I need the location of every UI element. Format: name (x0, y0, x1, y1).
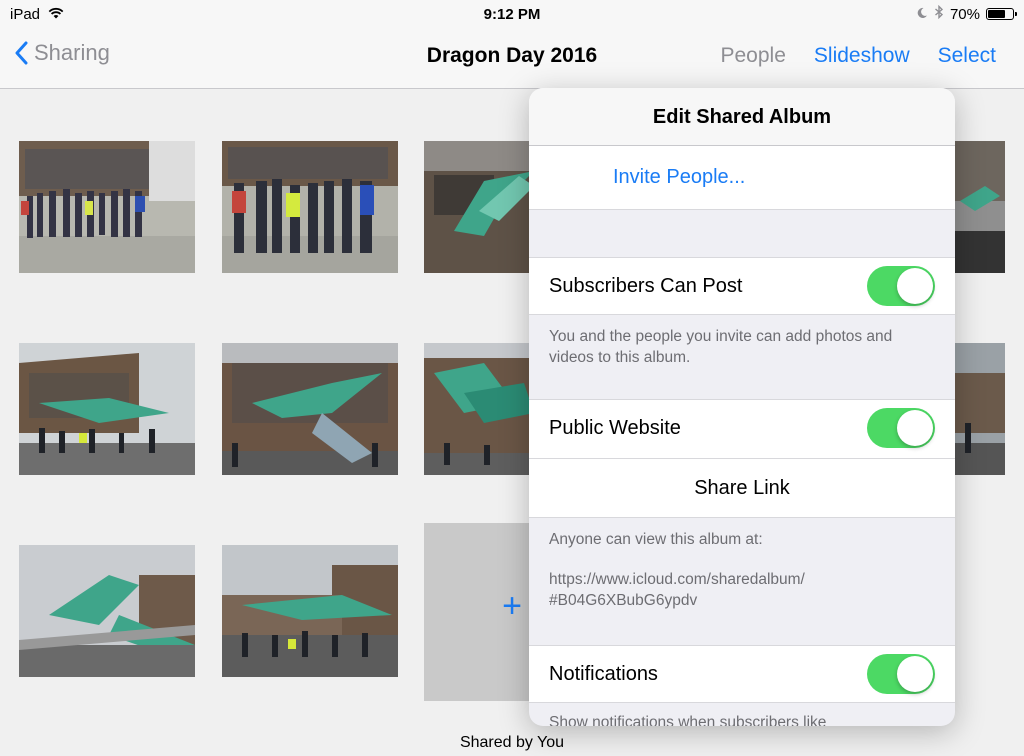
photo-thumbnail[interactable] (955, 343, 1005, 475)
back-button[interactable]: Sharing (14, 40, 110, 66)
slideshow-button[interactable]: Slideshow (814, 44, 910, 68)
album-url: https://www.icloud.com/sharedalbum/ #B04… (549, 569, 939, 611)
subscribers-can-post-label: Subscribers Can Post (549, 275, 743, 297)
people-button[interactable]: People (721, 44, 786, 68)
subscribers-note: You and the people you invite can add ph… (549, 328, 893, 366)
photo-thumbnail[interactable] (19, 343, 195, 475)
album-footer: Shared by You (459, 734, 565, 751)
status-bar: iPad 9:12 PM 70% (0, 0, 1024, 28)
select-button[interactable]: Select (938, 44, 996, 68)
popover-title: Edit Shared Album (529, 88, 955, 146)
album-url-line1: https://www.icloud.com/sharedalbum/ (549, 571, 805, 588)
invite-people-link[interactable]: Invite People... (613, 166, 745, 189)
status-time: 9:12 PM (483, 6, 541, 23)
public-website-label: Public Website (549, 417, 681, 439)
chevron-left-icon (15, 41, 28, 65)
navigation-bar: Sharing Dragon Day 2016 People Slideshow… (0, 28, 1024, 89)
photo-thumbnail[interactable] (955, 141, 1005, 273)
notifications-note: Show notifications when subscribers like (549, 714, 827, 726)
toggle-knob (897, 268, 933, 304)
subscribers-can-post-toggle[interactable] (867, 266, 935, 306)
public-website-toggle[interactable] (867, 408, 935, 448)
public-website-row: Public Website (529, 399, 955, 459)
toggle-knob (897, 656, 933, 692)
notifications-label: Notifications (549, 663, 658, 685)
edit-shared-album-popover: Edit Shared Album Invite People... Subsc… (529, 88, 955, 726)
status-right: 70% (916, 4, 1017, 23)
invite-people-row[interactable]: Invite People... (529, 146, 955, 210)
share-link-button[interactable]: Share Link (529, 477, 955, 500)
battery-percent: 70% (949, 5, 980, 23)
bluetooth-icon (934, 4, 944, 23)
notifications-toggle[interactable] (867, 654, 935, 694)
photo-thumbnail[interactable] (222, 343, 398, 475)
subscribers-can-post-row: Subscribers Can Post (529, 257, 955, 315)
back-button-label: Sharing (34, 40, 110, 65)
share-link-row[interactable]: Share Link (529, 458, 955, 518)
moon-icon (916, 6, 928, 23)
nav-actions: People Slideshow Select (721, 44, 997, 68)
photo-thumbnail[interactable] (222, 141, 398, 273)
notifications-row: Notifications (529, 645, 955, 703)
toggle-knob (897, 410, 933, 446)
public-note: Anyone can view this album at: (549, 531, 763, 548)
photo-thumbnail[interactable] (19, 141, 195, 273)
album-url-line2: #B04G6XBubG6ypdv (549, 592, 698, 609)
photo-thumbnail[interactable] (222, 545, 398, 677)
battery-icon (986, 8, 1017, 20)
photo-thumbnail[interactable] (19, 545, 195, 677)
